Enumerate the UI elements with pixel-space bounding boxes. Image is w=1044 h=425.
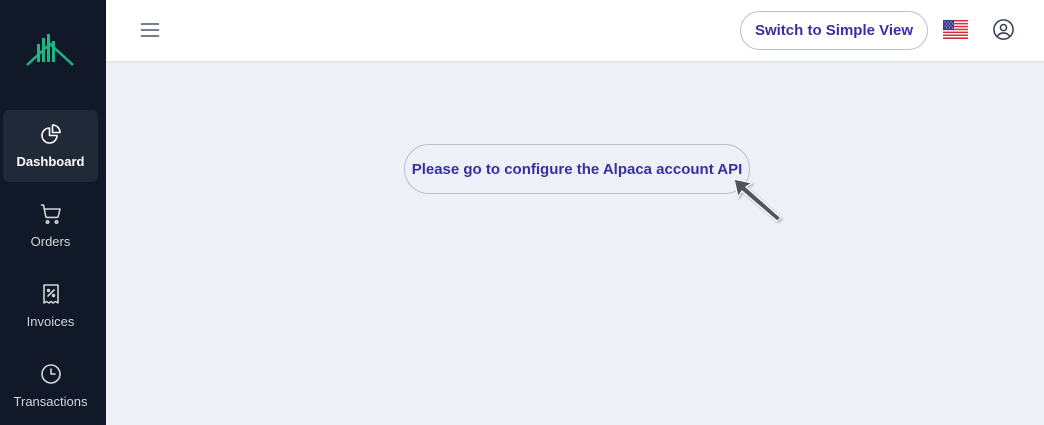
sidebar-item-label: Transactions [13,394,88,409]
sidebar-item-label: Orders [30,234,71,249]
pie-chart-icon [40,124,61,144]
sidebar-item-orders[interactable]: Orders [3,190,98,262]
sidebar-item-label: Dashboard [16,154,85,169]
sidebar-item-label: Invoices [26,314,75,329]
logo-icon[interactable] [24,32,76,68]
clock-icon [40,364,61,384]
main-content: Please go to configure the Alpaca accoun… [106,63,1044,425]
sidebar-item-invoices[interactable]: Invoices [3,270,98,342]
sidebar-item-transactions[interactable]: Transactions [3,350,98,422]
sidebar: Dashboard Orders Invoices Transactions [0,0,106,425]
user-circle-icon[interactable] [992,18,1015,41]
us-flag-icon[interactable] [943,20,968,39]
mouse-pointer-icon [733,178,782,222]
receipt-percent-icon [42,284,59,304]
configure-api-message-button[interactable]: Please go to configure the Alpaca accoun… [404,144,750,194]
shopping-cart-icon [40,204,61,224]
hamburger-menu-icon[interactable] [138,18,162,42]
sidebar-item-dashboard[interactable]: Dashboard [3,110,98,182]
switch-view-button[interactable]: Switch to Simple View [740,11,928,50]
top-bar: Switch to Simple View [106,0,1044,62]
